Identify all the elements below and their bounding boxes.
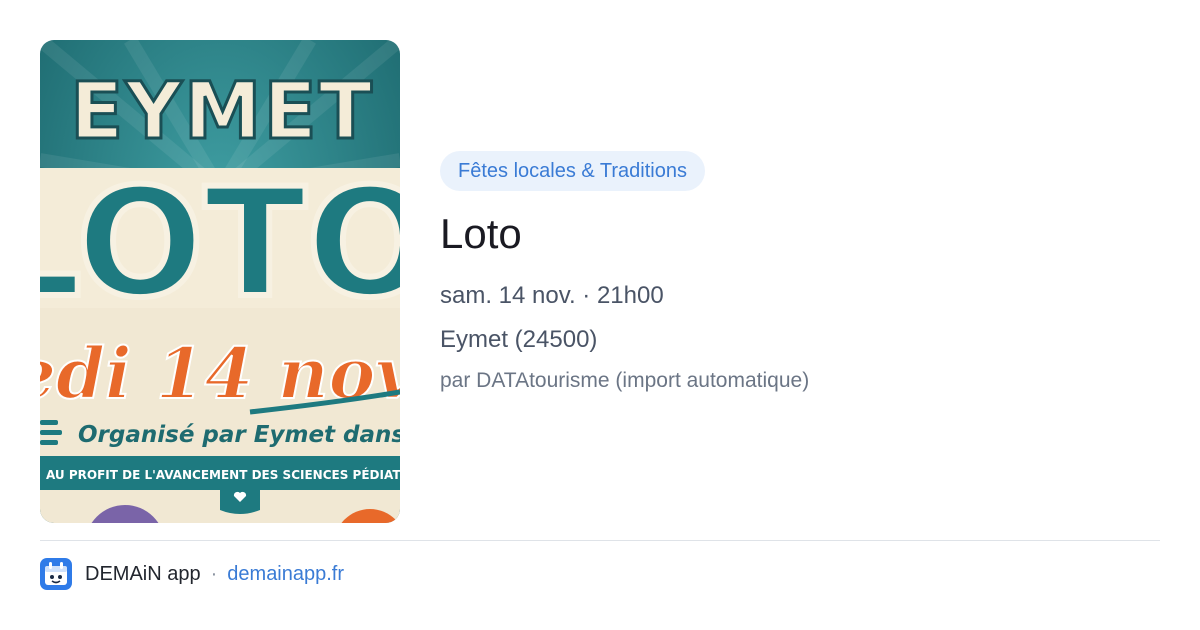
calendar-app-icon[interactable] [40,558,72,590]
poster-text-organizer: Organisé par Eymet danser [78,422,400,448]
poster-text-banner: AU PROFIT DE L'AVANCEMENT DES SCIENCES P… [46,467,400,482]
poster-text-eymet: EYMET [70,67,374,157]
event-details: Fêtes locales & Traditions Loto sam. 14 … [440,151,1160,395]
event-organizer: par DATAtourisme (import automatique) [440,369,810,392]
poster-graphic: EYMET LOTO edi 14 nove Organisé par Eyme… [40,40,400,523]
event-location: Eymet (24500) [440,326,598,353]
poster-text-loto: LOTO [40,157,400,331]
footer-separator: · [210,562,218,585]
event-title: Loto [440,210,522,257]
event-date-time: sam. 14 nov. · 21h00 [440,282,664,309]
app-website-link[interactable]: demainapp.fr [227,563,344,586]
footer-divider [40,540,1160,541]
category-badge[interactable]: Fêtes locales & Traditions [440,151,705,191]
footer: DEMAiN app · demainapp.fr [40,557,344,591]
event-poster-image[interactable]: EYMET LOTO edi 14 nove Organisé par Eyme… [40,40,400,523]
app-name: DEMAiN app [85,562,201,585]
